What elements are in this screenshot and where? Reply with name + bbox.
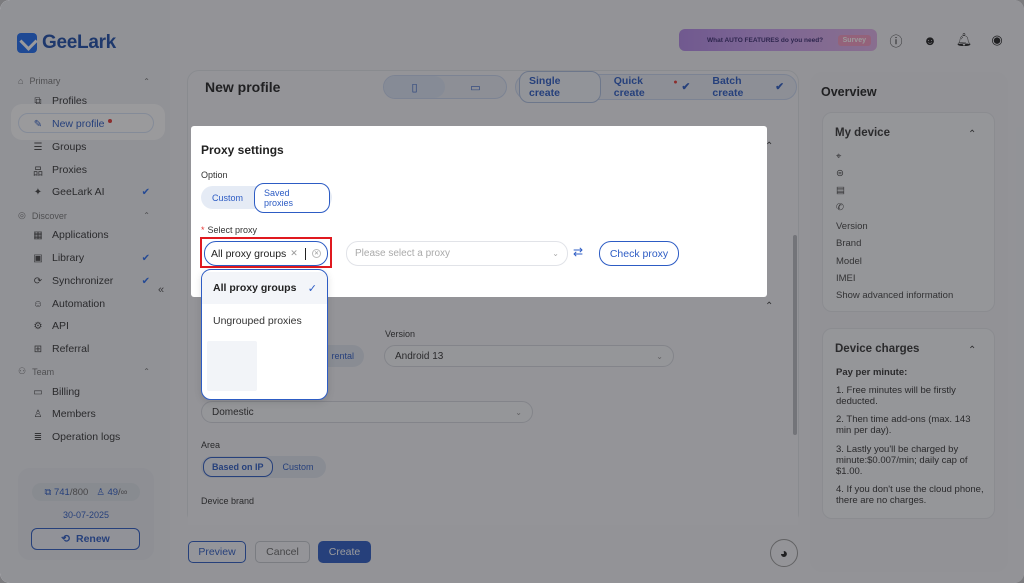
chevron-down-icon: ⌄ (552, 249, 559, 258)
option-custom[interactable]: Custom (203, 189, 252, 207)
dropdown-empty-placeholder (207, 341, 257, 391)
proxy-group-dropdown: All proxy groups ✓ Ungrouped proxies (201, 269, 328, 400)
select-proxy-text: Select proxy (207, 225, 258, 235)
checkmark-icon: ✓ (307, 282, 317, 295)
dropdown-item-label: Ungrouped proxies (213, 315, 302, 327)
highlight-frame (200, 237, 332, 268)
option-saved-proxies[interactable]: Saved proxies (254, 182, 330, 213)
required-mark: * (201, 225, 205, 235)
proxy-select[interactable]: Please select a proxy ⌄ (346, 241, 568, 266)
select-proxy-label: * Select proxy (201, 225, 257, 235)
check-proxy-button[interactable]: Check proxy (599, 241, 679, 266)
proxy-placeholder: Please select a proxy (355, 248, 451, 259)
app-window: GeeLark ⌂ Primary ⌃ ⧉ Profiles ✎ New pro… (0, 0, 1024, 583)
dropdown-item-all-proxy-groups[interactable]: All proxy groups ✓ (202, 272, 327, 304)
proxy-option-toggle: Custom Saved proxies (201, 182, 332, 213)
dropdown-item-label: All proxy groups (213, 282, 297, 294)
shuffle-icon[interactable]: ⇄ (573, 245, 583, 259)
modal-title: Proxy settings (201, 143, 284, 157)
dropdown-item-ungrouped-proxies[interactable]: Ungrouped proxies (202, 305, 327, 337)
option-label: Option (201, 170, 228, 180)
